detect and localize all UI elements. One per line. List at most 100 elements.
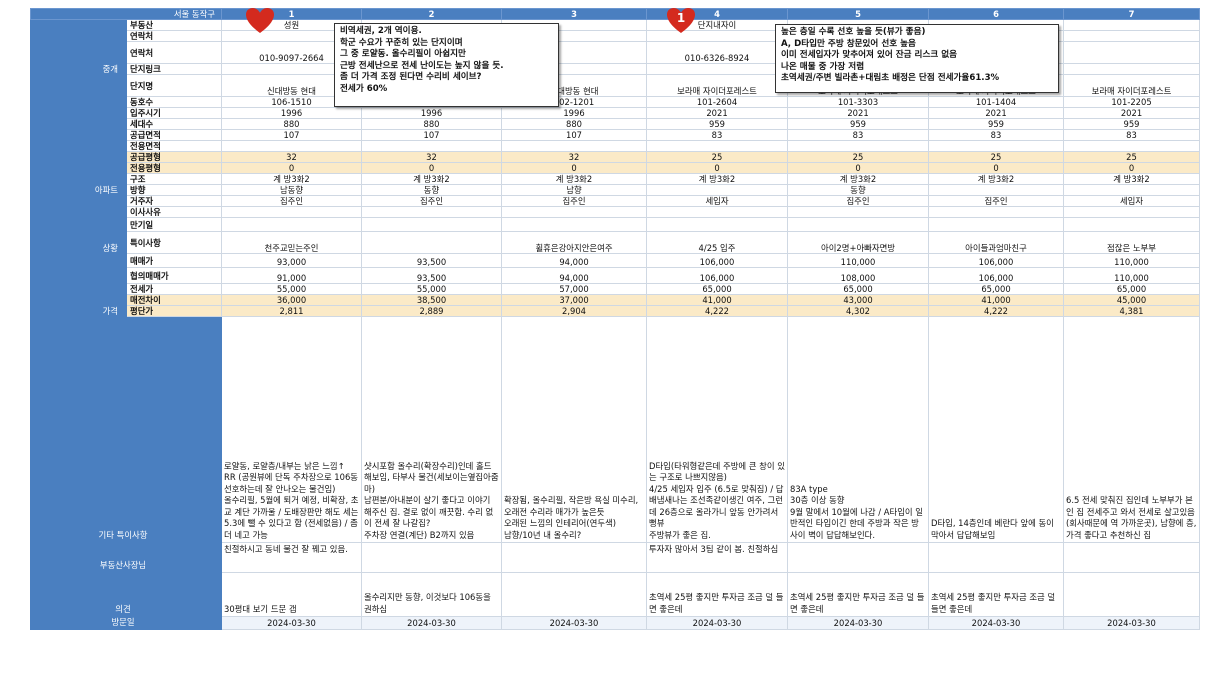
cell[interactable] bbox=[787, 140, 929, 152]
memo-note-complex2[interactable]: 높은 층일 수록 선호 높을 듯(뷰가 좋음) A, D타입만 주방 창문있어 … bbox=[775, 24, 1059, 93]
cell[interactable]: 4,222 bbox=[646, 305, 788, 317]
cell[interactable]: 0 bbox=[1063, 162, 1200, 174]
cell[interactable] bbox=[1063, 19, 1200, 31]
cell[interactable]: 투자자 많아서 3팀 같이 봄. 친절하심 bbox=[646, 542, 788, 573]
column-header[interactable]: 7 bbox=[1063, 8, 1200, 20]
cell[interactable] bbox=[501, 217, 647, 232]
cell[interactable]: 0 bbox=[221, 162, 362, 174]
cell[interactable]: 1996 bbox=[221, 107, 362, 119]
cell[interactable]: 2021 bbox=[1063, 107, 1200, 119]
cell[interactable]: 93,500 bbox=[361, 253, 502, 268]
cell[interactable]: 0 bbox=[361, 162, 502, 174]
cell[interactable]: 1996 bbox=[501, 107, 647, 119]
cell[interactable] bbox=[1063, 140, 1200, 152]
cell[interactable]: 55,000 bbox=[361, 283, 502, 295]
cell[interactable]: 4,222 bbox=[928, 305, 1064, 317]
cell[interactable]: 108,000 bbox=[787, 267, 929, 284]
cell[interactable]: 25 bbox=[787, 151, 929, 163]
column-header[interactable]: 1 bbox=[221, 8, 362, 20]
cell[interactable]: 보라매 자이더포레스트 bbox=[646, 74, 788, 97]
cell[interactable]: 93,000 bbox=[221, 253, 362, 268]
cell[interactable] bbox=[501, 140, 647, 152]
cell[interactable]: 0 bbox=[501, 162, 647, 174]
cell[interactable] bbox=[221, 217, 362, 232]
cell[interactable] bbox=[361, 217, 502, 232]
cell[interactable]: 32 bbox=[361, 151, 502, 163]
cell[interactable] bbox=[361, 231, 502, 254]
cell[interactable]: 동향 bbox=[787, 184, 929, 196]
cell[interactable]: 아이들과엄마친구 bbox=[928, 231, 1064, 254]
cell[interactable]: 959 bbox=[646, 118, 788, 130]
cell[interactable]: 83 bbox=[928, 129, 1064, 141]
cell[interactable]: 집주인 bbox=[501, 195, 647, 207]
cell[interactable]: 41,000 bbox=[646, 294, 788, 306]
cell[interactable] bbox=[928, 140, 1064, 152]
cell[interactable]: 91,000 bbox=[221, 267, 362, 284]
cell[interactable]: 30평대 보기 드문 갭 bbox=[221, 572, 362, 617]
cell[interactable]: 확장됨, 올수리필, 작은방 욕실 미수리, 오래전 수리라 매가가 높은듯 오… bbox=[501, 316, 647, 543]
column-header[interactable]: 3 bbox=[501, 8, 647, 20]
cell[interactable] bbox=[646, 184, 788, 196]
cell[interactable]: 계 방3화2 bbox=[501, 173, 647, 185]
cell[interactable]: 37,000 bbox=[501, 294, 647, 306]
cell[interactable]: 4,302 bbox=[787, 305, 929, 317]
memo-note-complex1[interactable]: 비역세권, 2개 역이용. 학군 수요가 꾸준히 있는 단지이며 그 중 로얄동… bbox=[334, 23, 559, 107]
cell[interactable] bbox=[1063, 30, 1200, 42]
cell[interactable]: 106,000 bbox=[928, 253, 1064, 268]
cell[interactable]: 83 bbox=[646, 129, 788, 141]
cell[interactable]: 2024-03-30 bbox=[646, 616, 788, 630]
cell[interactable] bbox=[361, 140, 502, 152]
cell[interactable]: 959 bbox=[787, 118, 929, 130]
cell[interactable]: 110,000 bbox=[787, 253, 929, 268]
cell[interactable]: 4,381 bbox=[1063, 305, 1200, 317]
cell[interactable]: 32 bbox=[221, 151, 362, 163]
cell[interactable] bbox=[1063, 184, 1200, 196]
cell[interactable]: 초역세 25평 좋지만 투자금 조금 덜 들면 좋은데 bbox=[646, 572, 788, 617]
cell[interactable]: 초역세 25평 좋지만 투자금 조금 덜 들면 좋은데 bbox=[787, 572, 929, 617]
cell[interactable] bbox=[501, 206, 647, 218]
cell[interactable]: 집주인 bbox=[928, 195, 1064, 207]
cell[interactable]: 집주인 bbox=[787, 195, 929, 207]
cell[interactable] bbox=[501, 572, 647, 617]
cell[interactable]: D타입(타워형같은데 주방에 큰 창이 있는 구조로 나쁘지않음) 4/25 세… bbox=[646, 316, 788, 543]
cell[interactable]: 4/25 입주 bbox=[646, 231, 788, 254]
cell[interactable] bbox=[646, 206, 788, 218]
cell[interactable]: 55,000 bbox=[221, 283, 362, 295]
cell[interactable] bbox=[1063, 63, 1200, 75]
cell[interactable]: 2024-03-30 bbox=[1063, 616, 1200, 630]
cell[interactable]: 93,500 bbox=[361, 267, 502, 284]
cell[interactable]: 107 bbox=[221, 129, 362, 141]
cell[interactable]: 101-3303 bbox=[787, 96, 929, 108]
cell[interactable]: 36,000 bbox=[221, 294, 362, 306]
cell[interactable] bbox=[787, 217, 929, 232]
cell[interactable] bbox=[646, 217, 788, 232]
cell[interactable]: 25 bbox=[928, 151, 1064, 163]
cell[interactable] bbox=[787, 206, 929, 218]
cell[interactable]: 83 bbox=[787, 129, 929, 141]
cell[interactable]: 휠휴은강아지안은여주 bbox=[501, 231, 647, 254]
column-header[interactable]: 2 bbox=[361, 8, 502, 20]
cell[interactable]: 107 bbox=[501, 129, 647, 141]
cell[interactable] bbox=[1063, 542, 1200, 573]
cell[interactable]: 38,500 bbox=[361, 294, 502, 306]
cell[interactable]: 101-2604 bbox=[646, 96, 788, 108]
cell[interactable] bbox=[361, 206, 502, 218]
cell[interactable]: 2,904 bbox=[501, 305, 647, 317]
column-header[interactable]: 5 bbox=[787, 8, 929, 20]
cell[interactable]: 천주교믿는주인 bbox=[221, 231, 362, 254]
cell[interactable]: 83 bbox=[1063, 129, 1200, 141]
cell[interactable]: 65,000 bbox=[787, 283, 929, 295]
cell[interactable]: 로얄동, 로얄층/내부는 낡은 느낌↑ RR (공원뷰에 단독 주차장으로 10… bbox=[221, 316, 362, 543]
cell[interactable] bbox=[1063, 572, 1200, 617]
cell[interactable]: 아이2명+아빠자면방 bbox=[787, 231, 929, 254]
cell[interactable]: 101-1404 bbox=[928, 96, 1064, 108]
cell[interactable]: 45,000 bbox=[1063, 294, 1200, 306]
cell[interactable]: 110,000 bbox=[1063, 253, 1200, 268]
cell[interactable]: 0 bbox=[928, 162, 1064, 174]
cell[interactable]: 2021 bbox=[787, 107, 929, 119]
cell[interactable]: 남동향 bbox=[221, 184, 362, 196]
cell[interactable]: 94,000 bbox=[501, 253, 647, 268]
cell[interactable]: 2024-03-30 bbox=[928, 616, 1064, 630]
cell[interactable] bbox=[928, 206, 1064, 218]
cell[interactable]: 25 bbox=[1063, 151, 1200, 163]
